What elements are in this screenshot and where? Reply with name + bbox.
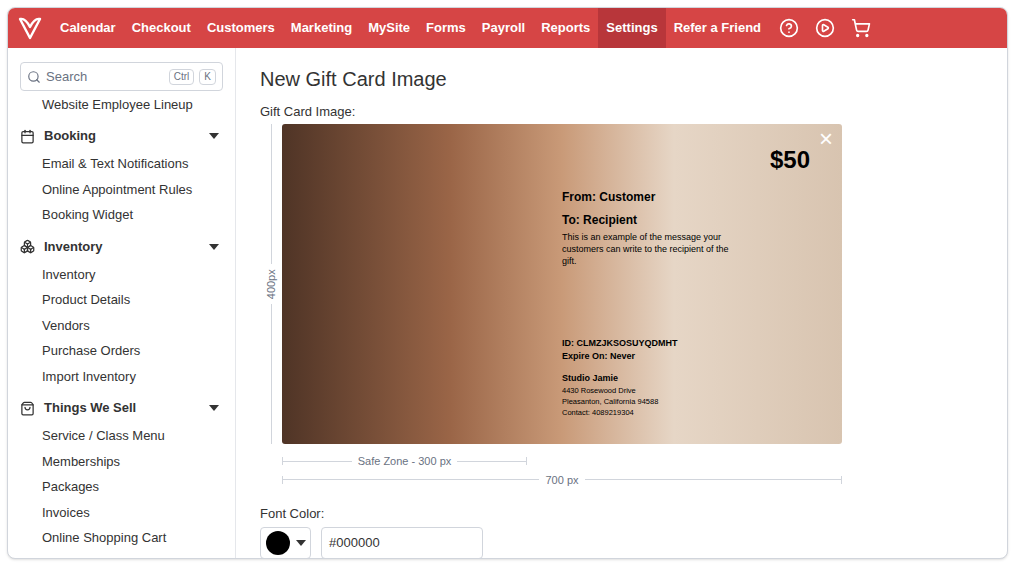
logo-icon	[17, 15, 43, 41]
color-input[interactable]: #000000	[321, 527, 483, 558]
sidebar-item[interactable]: Online Appointment Rules	[20, 177, 223, 203]
card-amount: $50	[770, 142, 810, 178]
color-swatch	[266, 531, 290, 555]
sidebar-item[interactable]: Inventory	[20, 262, 223, 288]
sidebar-item[interactable]: Online Shopping Cart	[20, 525, 223, 551]
caret-icon[interactable]	[209, 405, 219, 411]
dropdown-caret-icon[interactable]	[296, 540, 306, 546]
sidebar-item[interactable]: Invoices	[20, 500, 223, 526]
nav-item[interactable]: Forms	[418, 8, 474, 48]
caret-icon[interactable]	[209, 244, 219, 250]
nav-item[interactable]: Settings	[598, 8, 665, 48]
card-address-line: Contact: 4089219304	[562, 407, 737, 418]
card-text: From: Customer To: Recipient This is an ex…	[562, 189, 737, 418]
sidebar-item[interactable]: Website Employee Lineup	[20, 93, 223, 117]
boxes-icon	[20, 239, 35, 254]
card-to: To: Recipient	[562, 212, 737, 228]
sidebar-item[interactable]: Import Inventory	[20, 364, 223, 390]
search-icon	[27, 70, 41, 84]
nav-item[interactable]: Refer a Friend	[666, 8, 769, 48]
card-message: This is an example of the message your c…	[562, 231, 737, 267]
card-business: Studio Jamie	[562, 372, 737, 385]
sidebar-item[interactable]: Packages	[20, 474, 223, 500]
page: CalendarCheckoutCustomersMarketingMySite…	[0, 0, 1015, 566]
card-expire: Expire On: Never	[562, 350, 737, 363]
shortcut-key: K	[199, 69, 216, 85]
sidebar-section: Things We SellService / Class MenuMember…	[20, 393, 223, 551]
font-color-label: Font Color:	[260, 506, 1007, 522]
bag-icon	[20, 401, 35, 416]
section-header[interactable]: Things We Sell	[20, 393, 223, 423]
search-placeholder: Search	[46, 67, 164, 87]
nav-item[interactable]: Marketing	[283, 8, 360, 48]
nav-item[interactable]: MySite	[360, 8, 418, 48]
calendar-icon	[20, 129, 35, 144]
nav-item[interactable]: Checkout	[124, 8, 199, 48]
card-id: ID: CLMZJKSOSUYQDMHT	[562, 337, 737, 350]
safe-zone-dimension: Safe Zone - 300 px	[282, 453, 527, 470]
image-label: Gift Card Image:	[260, 104, 1007, 120]
shortcut-key: Ctrl	[169, 69, 195, 85]
nav-item[interactable]: Reports	[533, 8, 598, 48]
app-window: CalendarCheckoutCustomersMarketingMySite…	[7, 7, 1008, 559]
sidebar-item[interactable]: Service / Class Menu	[20, 423, 223, 449]
sidebar-item[interactable]: Email & Text Notifications	[20, 151, 223, 177]
gift-card-preview: $50 × From: Customer To: Recipient This is a…	[282, 124, 842, 444]
sidebar-item[interactable]: Booking Widget	[20, 202, 223, 228]
sidebar-item[interactable]: Purchase Orders	[20, 338, 223, 364]
sidebar: Search CtrlK Website Employee Lineup Bookin…	[8, 48, 236, 558]
color-picker-button[interactable]	[260, 527, 311, 558]
card-address-line: Pleasanton, California 94588	[562, 396, 737, 407]
cart-icon[interactable]	[851, 18, 871, 38]
card-address-line: 4430 Rosewood Drive	[562, 385, 737, 396]
help-icon[interactable]	[779, 18, 799, 38]
sidebar-section: InventoryInventoryProduct DetailsVendors…	[20, 232, 223, 390]
logo[interactable]	[8, 8, 52, 48]
search-field[interactable]: Search CtrlK	[20, 62, 223, 91]
sidebar-item[interactable]: Memberships	[20, 449, 223, 475]
card-from: From: Customer	[562, 189, 737, 205]
section-header[interactable]: Booking	[20, 121, 223, 151]
page-title: New Gift Card Image	[260, 65, 1007, 93]
width-dimension: 700 px	[282, 472, 842, 489]
sidebar-item[interactable]: Product Details	[20, 287, 223, 313]
caret-icon[interactable]	[209, 133, 219, 139]
sidebar-item[interactable]: Vendors	[20, 313, 223, 339]
nav-item[interactable]: Calendar	[52, 8, 124, 48]
sidebar-section: BookingEmail & Text NotificationsOnline …	[20, 121, 223, 228]
close-button[interactable]: ×	[819, 127, 833, 151]
nav-item[interactable]: Customers	[199, 8, 283, 48]
section-header[interactable]: Inventory	[20, 232, 223, 262]
height-dimension: 400px	[260, 124, 282, 444]
play-icon[interactable]	[815, 18, 835, 38]
nav-item[interactable]: Payroll	[474, 8, 533, 48]
top-nav: CalendarCheckoutCustomersMarketingMySite…	[8, 8, 1007, 48]
main-content: New Gift Card Image Gift Card Image: 400px…	[236, 48, 1007, 558]
